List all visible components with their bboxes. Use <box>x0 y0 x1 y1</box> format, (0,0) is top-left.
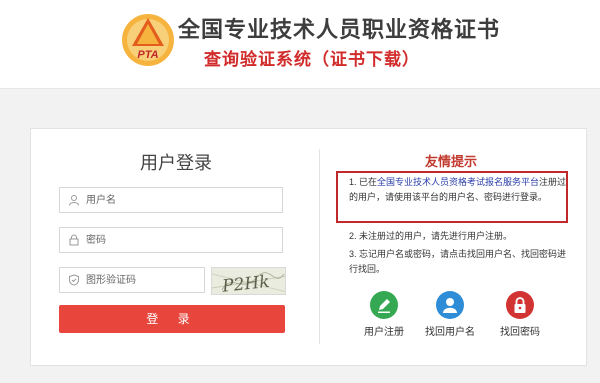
page-subtitle: 查询验证系统（证书下载） <box>204 50 420 69</box>
captcha-image[interactable]: P2Hk <box>211 267 286 295</box>
username-field[interactable] <box>59 187 283 213</box>
find-password-button[interactable]: 找回密码 <box>490 291 550 338</box>
logo-text: PTA <box>137 49 158 61</box>
divider <box>319 149 320 344</box>
page-title: 全国专业技术人员职业资格证书 <box>178 17 501 42</box>
user-icon <box>69 195 79 206</box>
header: PTA 全国专业技术人员职业资格证书 查询验证系统（证书下载） <box>0 0 600 89</box>
tip-2: 2. 未注册过的用户，请先进行用户注册。 <box>349 231 513 241</box>
tip-1: 1. 已在全国专业技术人员资格考试报名服务平台注册过的用户，请使用该平台的用户名… <box>349 175 571 205</box>
login-panel: 用户登录 P2Hk 登 录 友情提示 <box>30 128 587 366</box>
find-password-label: 找回密码 <box>500 327 540 338</box>
user-icon <box>436 291 464 319</box>
lock-icon <box>506 291 534 319</box>
captcha-field[interactable] <box>59 267 205 293</box>
username-input[interactable] <box>86 191 276 209</box>
password-field[interactable] <box>59 227 283 253</box>
find-username-label: 找回用户名 <box>425 327 475 338</box>
tips-title: 友情提示 <box>424 154 477 169</box>
register-label: 用户注册 <box>364 327 404 338</box>
login-title: 用户登录 <box>140 153 212 173</box>
pta-logo: PTA <box>122 14 174 66</box>
password-input[interactable] <box>86 231 276 249</box>
registration-platform-link[interactable]: 全国专业技术人员资格考试报名服务平台 <box>377 177 539 187</box>
shield-icon <box>69 274 79 286</box>
login-button[interactable]: 登 录 <box>59 305 285 333</box>
lock-icon <box>69 234 79 246</box>
captcha-input[interactable] <box>86 271 198 289</box>
register-button[interactable]: 用户注册 <box>354 291 414 338</box>
captcha-text: P2Hk <box>220 272 270 295</box>
pencil-icon <box>370 291 398 319</box>
find-username-button[interactable]: 找回用户名 <box>420 291 480 338</box>
tip-1-prefix: 1. 已在 <box>349 177 378 187</box>
tip-3: 3. 忘记用户名或密码，请点击找回用户名、找回密码进行找回。 <box>349 249 567 274</box>
